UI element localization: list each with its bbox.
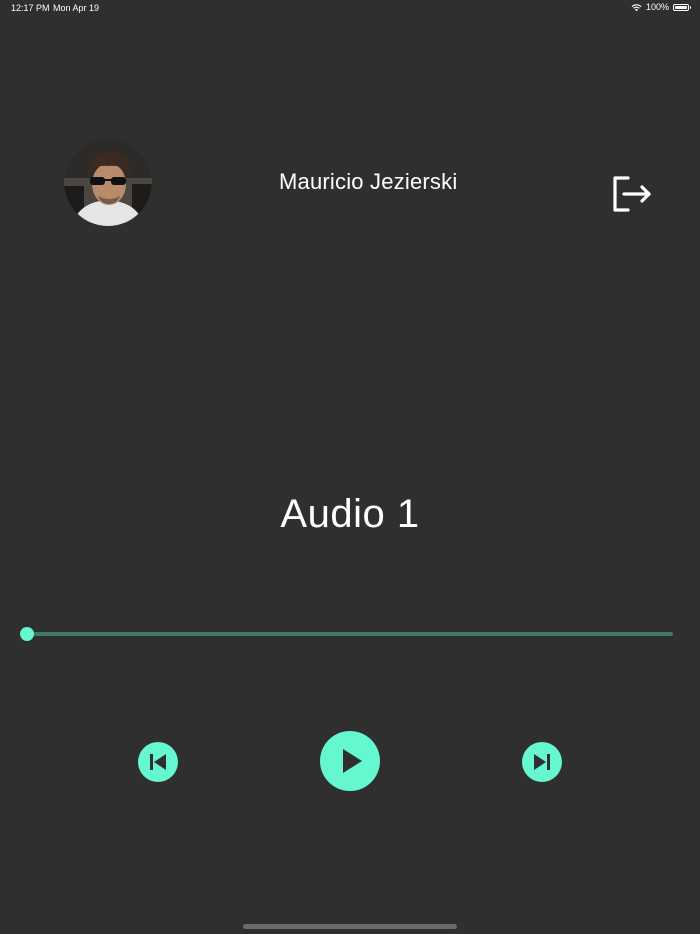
progress-thumb[interactable] [20,627,34,641]
battery-icon [673,3,691,11]
skip-next-button[interactable] [522,742,562,782]
status-indicators: 100% [631,2,691,12]
avatar [64,138,152,226]
logout-icon [613,176,651,212]
status-bar: 12:17 PM Mon Apr 19 100% [0,0,700,16]
avatar-photo [64,138,152,226]
play-button[interactable] [320,731,380,791]
skip-previous-button[interactable] [138,742,178,782]
track-title: Audio 1 [280,492,420,536]
progress-slider[interactable] [20,627,673,641]
wifi-icon [631,3,642,11]
status-time: 12:17 PM [11,3,50,13]
home-indicator[interactable] [243,924,457,929]
skip-previous-icon [150,754,166,770]
logout-button[interactable] [609,173,655,215]
user-name: Mauricio Jezierski [279,169,458,194]
status-date: Mon Apr 19 [53,3,100,13]
battery-percentage: 100% [645,2,669,12]
play-icon [343,749,362,773]
skip-next-icon [534,754,550,770]
